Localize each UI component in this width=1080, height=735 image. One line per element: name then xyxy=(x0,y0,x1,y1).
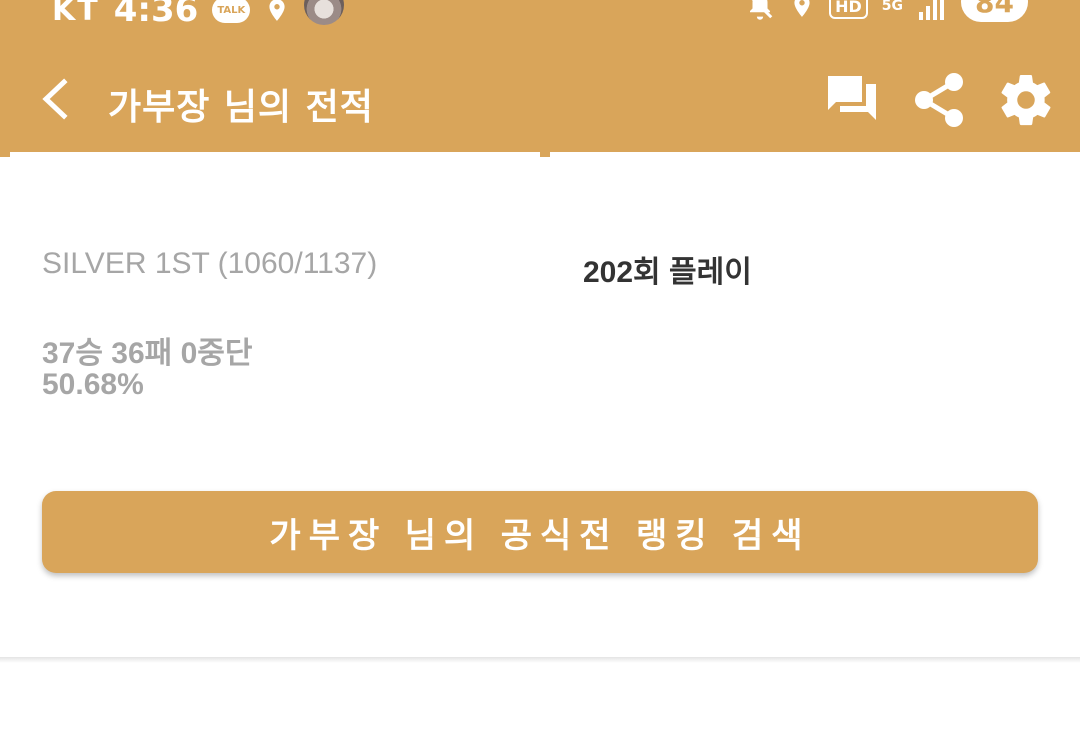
rank-search-button[interactable]: 가부장 님의 공식전 랭킹 검색 xyxy=(42,491,1038,573)
battery-indicator: 84 xyxy=(961,0,1028,22)
carrier-label: KT xyxy=(52,0,100,28)
page-title: 가부장 님의 전적 xyxy=(108,87,374,128)
tab-indicator-right xyxy=(540,152,550,157)
win-rate: 50.68% xyxy=(42,368,144,401)
record-card: SILVER 1ST (1060/1137) 202회 플레이 37승 36패 … xyxy=(0,152,1080,657)
app-header: KT 4:36 TALK HD 5G 84 가부장 님의 전적 xyxy=(0,0,1080,152)
location-status-icon xyxy=(794,0,810,17)
tab-indicator-left xyxy=(0,152,10,157)
signal-icon xyxy=(919,0,945,20)
chat-icon[interactable] xyxy=(822,70,882,130)
play-count-label: 202회 플레이 xyxy=(583,256,752,289)
status-bar: KT 4:36 TALK HD 5G 84 xyxy=(0,0,1080,36)
card-divider xyxy=(0,657,1080,663)
back-button[interactable] xyxy=(36,76,76,122)
network-5g-icon: 5G xyxy=(881,0,904,14)
hd-voice-icon: HD xyxy=(829,0,868,19)
mute-icon xyxy=(750,0,773,20)
settings-gear-icon[interactable] xyxy=(996,70,1056,130)
toolbar: 가부장 님의 전적 xyxy=(0,52,1080,148)
share-icon[interactable] xyxy=(910,70,970,130)
kakaotalk-notification-icon: TALK xyxy=(212,0,251,23)
status-bar-right: HD 5G 84 xyxy=(745,0,1028,22)
location-icon xyxy=(269,0,285,21)
status-bar-left: KT 4:36 TALK xyxy=(52,0,345,30)
win-loss-record: 37승 36패 0중단 xyxy=(42,337,253,370)
notification-avatar xyxy=(304,0,345,25)
rank-label: SILVER 1ST (1060/1137) xyxy=(42,247,378,280)
talk-badge-label: TALK xyxy=(217,4,246,16)
clock: 4:36 xyxy=(113,0,199,30)
